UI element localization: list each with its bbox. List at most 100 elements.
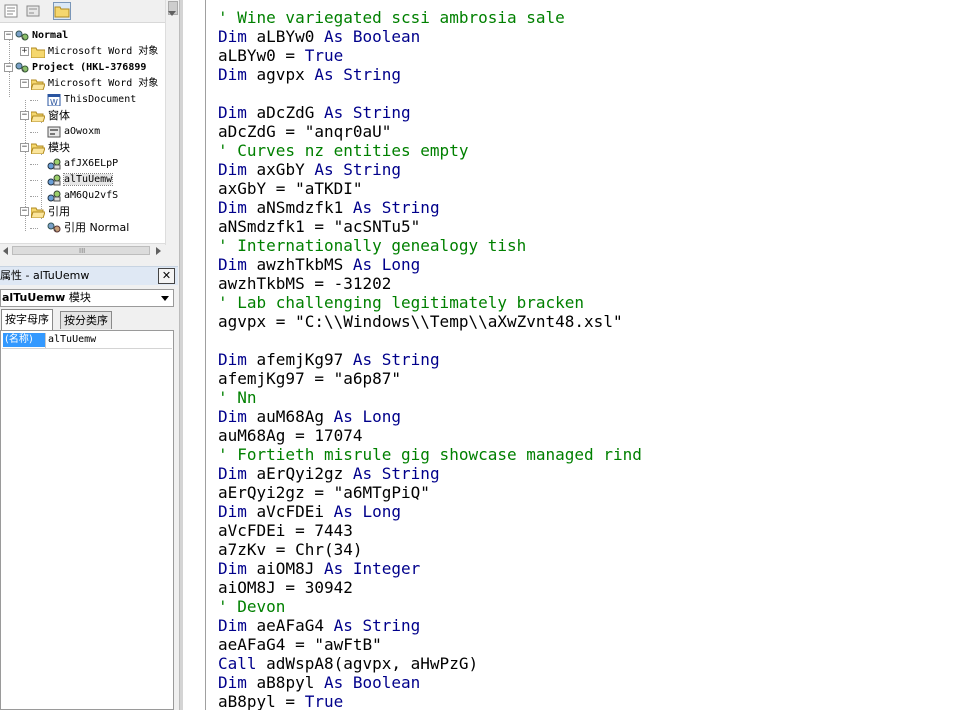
properties-grid: (名称) alTuUemw bbox=[0, 330, 174, 710]
tree-item[interactable]: − Normal bbox=[4, 28, 68, 44]
code-comment-line[interactable]: ' Lab challenging legitimately bracken bbox=[218, 293, 584, 312]
object-select[interactable]: alTuUemw 模块 bbox=[0, 289, 174, 307]
collapse-icon[interactable]: − bbox=[4, 31, 13, 40]
reference-icon bbox=[47, 222, 61, 234]
tree-item-label: aM6Qu2vfS bbox=[64, 190, 119, 201]
tree-item[interactable]: − Project (HKL-376899 bbox=[4, 60, 146, 76]
word-document-icon: W bbox=[47, 93, 61, 107]
tree-item[interactable]: + Microsoft Word 对象 bbox=[20, 44, 158, 60]
tree-item[interactable]: − 窗体 bbox=[20, 108, 70, 124]
chevron-down-icon[interactable] bbox=[161, 296, 169, 301]
code-line[interactable]: Dim aVcFDEi As Long bbox=[218, 502, 401, 521]
project-tree[interactable]: − Normal + Microsoft Word 对象 − Project (HKL-3… bbox=[0, 23, 165, 243]
scrollbar-thumb[interactable]: III bbox=[12, 246, 150, 255]
view-object-button[interactable] bbox=[24, 2, 42, 20]
code-comment-line[interactable]: ' Curves nz entities empty bbox=[218, 141, 468, 160]
tree-item[interactable]: − 引用 bbox=[20, 204, 70, 220]
tab-categorized[interactable]: 按分类序 bbox=[60, 311, 112, 329]
code-comment-line[interactable]: ' Devon bbox=[218, 597, 285, 616]
collapse-icon[interactable]: − bbox=[20, 207, 29, 216]
module-icon bbox=[47, 190, 61, 202]
tree-item-label: Project (HKL-376899 bbox=[32, 62, 147, 73]
expand-icon[interactable]: + bbox=[20, 47, 29, 56]
code-line[interactable]: aNSmdzfk1 = "acSNTu5" bbox=[218, 217, 420, 236]
tree-item[interactable]: − Microsoft Word 对象 bbox=[20, 76, 158, 92]
property-row[interactable]: (名称) alTuUemw bbox=[2, 333, 172, 349]
code-line[interactable]: afemjKg97 = "a6p87" bbox=[218, 369, 401, 388]
toggle-folders-button[interactable] bbox=[53, 2, 71, 20]
code-line[interactable]: aErQyi2gz = "a6MTgPiQ" bbox=[218, 483, 430, 502]
folder-icon bbox=[30, 46, 46, 59]
module-icon bbox=[47, 158, 61, 170]
userform-icon bbox=[47, 126, 61, 138]
collapse-icon[interactable]: − bbox=[20, 79, 29, 88]
tree-item[interactable]: afJX6ELpP bbox=[36, 156, 118, 172]
tab-alphabetic[interactable]: 按字母序 bbox=[1, 309, 53, 330]
properties-title-bar: 属性 - alTuUemw ✕ bbox=[0, 266, 178, 285]
tree-item-label: ThisDocument bbox=[64, 94, 137, 105]
code-line[interactable]: Dim aiOM8J As Integer bbox=[218, 559, 420, 578]
code-comment-line[interactable]: ' Nn bbox=[218, 388, 257, 407]
code-comment-line[interactable]: ' Wine variegated scsi ambrosia sale bbox=[218, 8, 565, 27]
tree-item[interactable]: − 模块 bbox=[20, 140, 70, 156]
code-line[interactable]: Dim axGbY As String bbox=[218, 160, 401, 179]
code-comment-line[interactable]: ' Internationally genealogy tish bbox=[218, 236, 526, 255]
code-comment-line[interactable]: ' Fortieth misrule gig showcase managed … bbox=[218, 445, 642, 464]
code-line[interactable]: aVcFDEi = 7443 bbox=[218, 521, 353, 540]
module-icon bbox=[47, 174, 61, 186]
tree-horizontal-scrollbar[interactable]: III bbox=[0, 243, 165, 258]
code-editor[interactable]: ' Wine variegated scsi ambrosia sale Dim … bbox=[206, 0, 979, 710]
vba-project-icon bbox=[15, 62, 29, 74]
code-line[interactable]: aiOM8J = 30942 bbox=[218, 578, 353, 597]
close-icon[interactable]: ✕ bbox=[158, 268, 175, 284]
code-margin bbox=[183, 0, 206, 710]
scroll-down-arrow-icon[interactable] bbox=[168, 11, 176, 16]
tree-item-label: 模块 bbox=[48, 141, 70, 154]
tree-item-label: 窗体 bbox=[48, 109, 70, 122]
folder-open-icon bbox=[30, 78, 46, 91]
code-line[interactable]: aLBYw0 = True bbox=[218, 46, 343, 65]
property-value[interactable]: alTuUemw bbox=[48, 333, 96, 347]
code-line[interactable]: Dim aLBYw0 As Boolean bbox=[218, 27, 420, 46]
tree-item[interactable]: W ThisDocument bbox=[36, 92, 136, 108]
code-line[interactable]: axGbY = "aTKDI" bbox=[218, 179, 363, 198]
project-explorer-toolbar bbox=[0, 0, 165, 23]
code-line[interactable]: Dim aErQyi2gz As String bbox=[218, 464, 440, 483]
code-line[interactable]: a7zKv = Chr(34) bbox=[218, 540, 363, 559]
code-line[interactable]: Dim awzhTkbMS As Long bbox=[218, 255, 420, 274]
code-line[interactable]: agvpx = "C:\\Windows\\Temp\\aXwZvnt48.xs… bbox=[218, 312, 623, 331]
tree-vertical-scrollbar[interactable] bbox=[165, 0, 179, 245]
code-line[interactable]: Dim aDcZdG As String bbox=[218, 103, 411, 122]
code-line[interactable]: aDcZdG = "anqr0aU" bbox=[218, 122, 391, 141]
vba-project-icon bbox=[15, 30, 29, 42]
tree-item[interactable]: aOwoxm bbox=[36, 124, 100, 140]
collapse-icon[interactable]: − bbox=[20, 143, 29, 152]
collapse-icon[interactable]: − bbox=[20, 111, 29, 120]
tree-item-label: Microsoft Word 对象 bbox=[48, 46, 159, 57]
tree-item[interactable]: 引用 Normal bbox=[36, 220, 129, 236]
scroll-right-arrow-icon[interactable] bbox=[156, 247, 161, 255]
tree-item[interactable]: aM6Qu2vfS bbox=[36, 188, 118, 204]
folder-icon bbox=[54, 6, 70, 18]
code-line[interactable]: Dim afemjKg97 As String bbox=[218, 350, 440, 369]
scroll-left-arrow-icon[interactable] bbox=[3, 247, 8, 255]
property-key: (名称) bbox=[3, 333, 45, 347]
code-line[interactable]: auM68Ag = 17074 bbox=[218, 426, 363, 445]
view-code-button[interactable] bbox=[2, 2, 20, 20]
object-type: 模块 bbox=[68, 291, 91, 304]
code-line[interactable]: awzhTkbMS = -31202 bbox=[218, 274, 391, 293]
code-line[interactable]: Dim auM68Ag As Long bbox=[218, 407, 401, 426]
tree-item[interactable]: alTuUemw bbox=[36, 172, 114, 188]
tree-item-label: 引用 Normal bbox=[64, 221, 130, 234]
code-line[interactable]: Dim aeAFaG4 As String bbox=[218, 616, 420, 635]
code-line[interactable]: Dim aNSmdzfk1 As String bbox=[218, 198, 440, 217]
code-line[interactable]: aeAFaG4 = "awFtB" bbox=[218, 635, 382, 654]
collapse-icon[interactable]: − bbox=[4, 63, 13, 72]
folder-open-icon bbox=[30, 110, 46, 123]
tree-item-label: alTuUemw bbox=[62, 173, 114, 186]
folder-open-icon bbox=[30, 206, 46, 219]
code-line[interactable]: Dim aB8pyl As Boolean bbox=[218, 673, 420, 692]
code-line[interactable]: Call adWspA8(agvpx, aHwPzG) bbox=[218, 654, 478, 673]
code-line[interactable]: aB8pyl = True bbox=[218, 692, 343, 710]
code-line[interactable]: Dim agvpx As String bbox=[218, 65, 401, 84]
